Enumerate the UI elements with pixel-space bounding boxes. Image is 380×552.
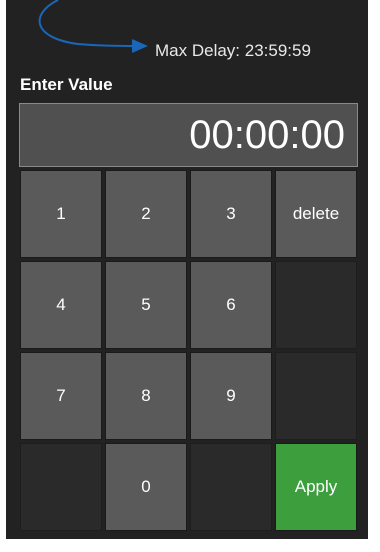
key-2[interactable]: 2 (105, 170, 187, 258)
key-6[interactable]: 6 (190, 261, 272, 349)
key-4[interactable]: 4 (20, 261, 102, 349)
max-delay-text: Max Delay: 23:59:59 (155, 41, 311, 60)
key-9[interactable]: 9 (190, 352, 272, 440)
delete-button[interactable]: delete (275, 170, 357, 258)
keypad-grid: 1 2 3 delete 4 5 6 7 8 9 0 Apply (20, 170, 357, 531)
empty-key (20, 443, 102, 531)
key-5[interactable]: 5 (105, 261, 187, 349)
apply-button[interactable]: Apply (275, 443, 357, 531)
key-0[interactable]: 0 (105, 443, 187, 531)
key-1[interactable]: 1 (20, 170, 102, 258)
empty-key (190, 443, 272, 531)
value-display[interactable]: 00:00:00 (19, 103, 358, 167)
empty-key (275, 352, 357, 440)
key-3[interactable]: 3 (190, 170, 272, 258)
key-7[interactable]: 7 (20, 352, 102, 440)
empty-key (275, 261, 357, 349)
key-8[interactable]: 8 (105, 352, 187, 440)
enter-value-label: Enter Value (20, 75, 113, 94)
